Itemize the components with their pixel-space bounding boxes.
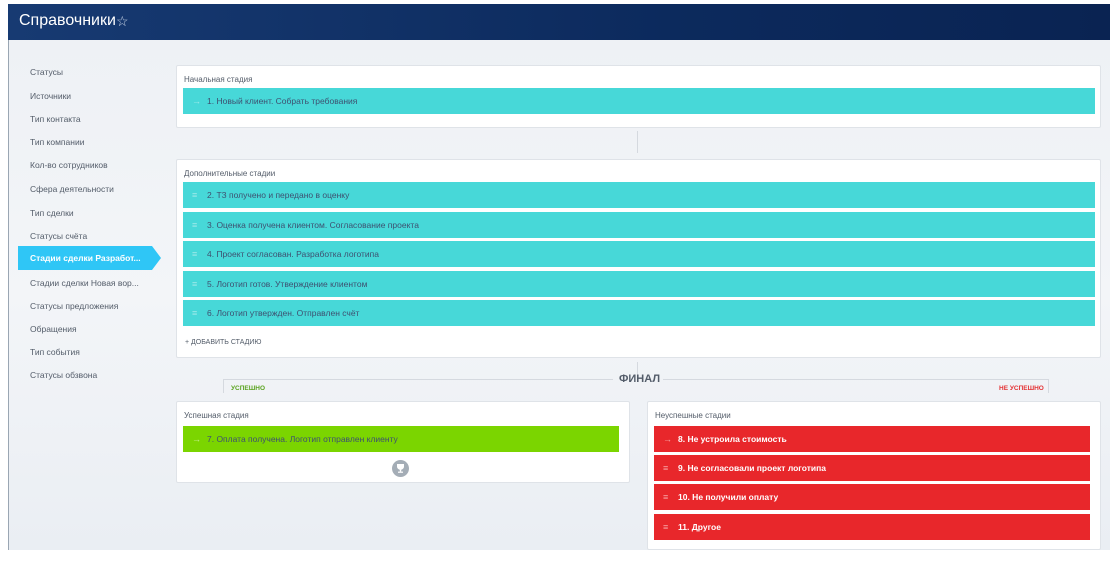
sidebar-item-deal-type[interactable]: Тип сделки <box>30 208 74 218</box>
stage-label: 5. Логотип готов. Утверждение клиентом <box>207 279 368 289</box>
page-title: Справочники <box>19 12 116 29</box>
success-bracket <box>223 379 613 393</box>
success-stage-label: Успешная стадия <box>184 411 249 420</box>
stage-label: 9. Не согласовали проект логотипа <box>678 463 826 473</box>
stage-item[interactable]: → 8. Не устроила стоимость <box>654 426 1090 452</box>
drag-handle-icon[interactable]: ≡ <box>663 463 675 473</box>
drag-handle-icon[interactable]: ≡ <box>663 522 675 532</box>
stage-label: 11. Другое <box>678 522 721 532</box>
final-title: ФИНАЛ <box>619 373 661 385</box>
stage-label: 8. Не устроила стоимость <box>678 434 787 444</box>
sidebar-item-deal-stages-new[interactable]: Стадии сделки Новая вор... <box>30 278 139 288</box>
stage-label: 7. Оплата получена. Логотип отправлен кл… <box>207 434 398 444</box>
star-outline-icon[interactable]: ☆ <box>116 13 129 30</box>
drag-handle-icon[interactable]: ≡ <box>192 279 204 289</box>
app-window: Справочники ☆ Статусы Источники Тип конт… <box>0 0 1110 562</box>
drag-handle-icon[interactable]: ≡ <box>192 190 204 200</box>
connector-line <box>637 131 638 153</box>
add-stage-button[interactable]: + ДОБАВИТЬ СТАДИЮ <box>185 339 261 346</box>
stage-item[interactable]: ≡ 2. ТЗ получено и передано в оценку <box>183 182 1095 208</box>
arrow-right-icon: → <box>192 96 201 106</box>
sidebar-item-invoice-statuses[interactable]: Статусы счёта <box>30 231 87 241</box>
sidebar-item-deal-stages-dev[interactable]: Стадии сделки Разработ... <box>18 246 161 270</box>
sidebar-item-contact-type[interactable]: Тип контакта <box>30 114 81 124</box>
stage-label: 2. ТЗ получено и передано в оценку <box>207 190 350 200</box>
arrow-right-icon: → <box>663 434 672 444</box>
page-header: Справочники ☆ <box>8 4 1110 40</box>
arrow-right-icon: → <box>192 434 201 444</box>
initial-stage-panel: Начальная стадия → 1. Новый клиент. Собра… <box>176 65 1101 128</box>
additional-stages-label: Дополнительные стадии <box>184 169 276 178</box>
stage-item[interactable]: ≡ 3. Оценка получена клиентом. Согласован… <box>183 212 1095 238</box>
sidebar-item-industry[interactable]: Сфера деятельности <box>30 184 114 194</box>
fail-stages-label: Неуспешные стадии <box>655 411 731 420</box>
stage-label: 3. Оценка получена клиентом. Согласовани… <box>207 220 419 230</box>
drag-handle-icon[interactable]: ≡ <box>663 492 675 502</box>
drag-handle-icon[interactable]: ≡ <box>192 220 204 230</box>
stage-item[interactable]: ≡ 4. Проект согласован. Разработка логоти… <box>183 241 1095 267</box>
trophy-icon <box>392 460 409 477</box>
sidebar: Статусы Источники Тип контакта Тип компа… <box>9 40 174 550</box>
main-content: Статусы Источники Тип контакта Тип компа… <box>9 40 1110 550</box>
sidebar-item-call-statuses[interactable]: Статусы обзвона <box>30 370 97 380</box>
sidebar-item-requests[interactable]: Обращения <box>30 324 77 334</box>
fail-bracket <box>663 379 1049 393</box>
stage-item[interactable]: ≡ 5. Логотип готов. Утверждение клиентом <box>183 271 1095 297</box>
sidebar-item-sources[interactable]: Источники <box>30 91 71 101</box>
stage-label: 6. Логотип утвержден. Отправлен счёт <box>207 308 360 318</box>
stage-item[interactable]: → 1. Новый клиент. Собрать требования <box>183 88 1095 114</box>
sidebar-item-company-type[interactable]: Тип компании <box>30 137 84 147</box>
additional-stages-panel: Дополнительные стадии ≡ 2. ТЗ получено и … <box>176 159 1101 358</box>
stage-label: 1. Новый клиент. Собрать требования <box>207 96 358 106</box>
initial-stage-label: Начальная стадия <box>184 75 253 84</box>
fail-tag: НЕ УСПЕШНО <box>999 385 1044 392</box>
sidebar-item-statuses[interactable]: Статусы <box>30 67 63 77</box>
success-stage-panel: Успешная стадия → 7. Оплата получена. Лог… <box>176 401 630 483</box>
sidebar-item-employees[interactable]: Кол-во сотрудников <box>30 160 108 170</box>
sidebar-item-event-type[interactable]: Тип события <box>30 347 80 357</box>
stage-item[interactable]: ≡ 10. Не получили оплату <box>654 484 1090 510</box>
stage-label: 10. Не получили оплату <box>678 492 779 502</box>
stage-item[interactable]: ≡ 9. Не согласовали проект логотипа <box>654 455 1090 481</box>
success-tag: УСПЕШНО <box>231 385 266 392</box>
sidebar-item-quote-statuses[interactable]: Статусы предложения <box>30 301 118 311</box>
stage-label: 4. Проект согласован. Разработка логотип… <box>207 249 379 259</box>
stage-item[interactable]: → 7. Оплата получена. Логотип отправлен к… <box>183 426 619 452</box>
fail-stages-panel: Неуспешные стадии → 8. Не устроила стоимо… <box>647 401 1101 550</box>
stage-item[interactable]: ≡ 11. Другое <box>654 514 1090 540</box>
drag-handle-icon[interactable]: ≡ <box>192 308 204 318</box>
drag-handle-icon[interactable]: ≡ <box>192 249 204 259</box>
stage-item[interactable]: ≡ 6. Логотип утвержден. Отправлен счёт <box>183 300 1095 326</box>
